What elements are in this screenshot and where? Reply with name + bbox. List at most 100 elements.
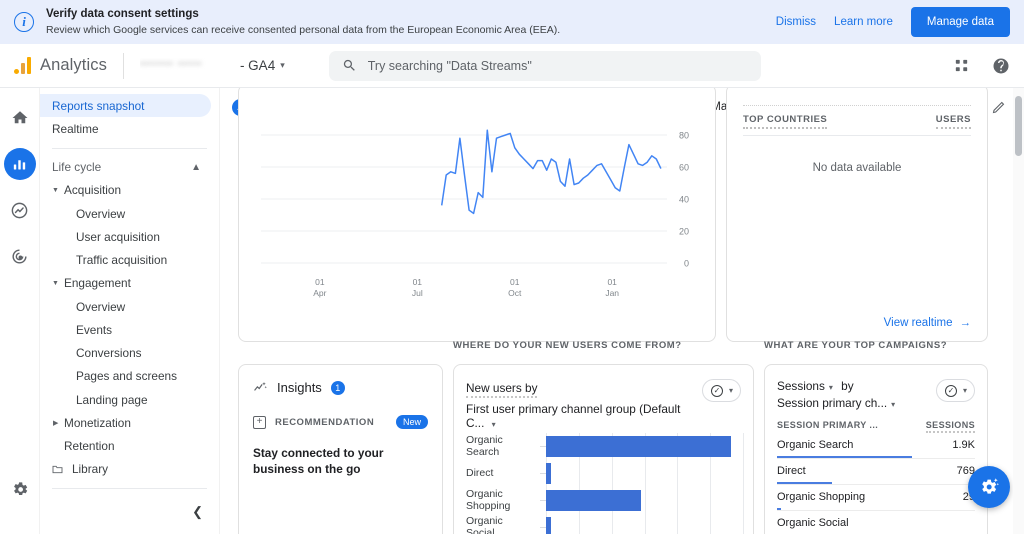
recommendation-label: RECOMMENDATION <box>275 416 375 428</box>
svg-text:01: 01 <box>607 277 617 287</box>
table-row[interactable]: Organic Search 1.9K <box>777 433 975 458</box>
sidebar-section-label: Life cycle <box>52 160 102 175</box>
new-users-header: New users by First user primary channel … <box>466 379 741 430</box>
appbar-divider <box>122 52 124 79</box>
grid-line <box>743 433 744 534</box>
sidebar-item-monetization[interactable]: ▶ Monetization <box>40 411 211 434</box>
rail-item-advertising[interactable] <box>4 240 36 272</box>
sidebar-item-conversions[interactable]: Conversions <box>40 341 211 364</box>
dismiss-link[interactable]: Dismiss <box>776 16 816 28</box>
sidebar-item-acquisition-overview[interactable]: Overview <box>40 202 211 225</box>
bar-row[interactable]: Organic Social <box>466 514 743 534</box>
rail-item-reports[interactable] <box>3 148 36 180</box>
table-row[interactable]: Organic Shopping 29 <box>777 484 975 510</box>
view-realtime-link[interactable]: View realtime → <box>884 317 971 329</box>
sidebar-item-landing-page[interactable]: Landing page <box>40 388 211 411</box>
sidebar-item-user-acquisition[interactable]: User acquisition <box>40 225 211 248</box>
chevron-left-icon[interactable]: ❮ <box>192 504 203 520</box>
rail-item-admin[interactable] <box>10 480 29 504</box>
sidebar-item-label: Monetization <box>64 415 131 430</box>
learn-more-link[interactable]: Learn more <box>834 16 893 28</box>
search-input[interactable]: Try searching "Data Streams" <box>328 50 761 81</box>
campaigns-dimension-column: SESSION PRIMARY ... <box>777 420 879 430</box>
analytics-app: i Verify data consent settings Review wh… <box>0 0 1024 534</box>
sidebar-item-label: Landing page <box>76 392 148 407</box>
side-navigation: Reports snapshot Realtime Life cycle ▲ ▼… <box>40 88 220 534</box>
top-countries-table-header: TOP COUNTRIES USERS <box>743 114 971 136</box>
line-chart: 0 20 40 60 80 01 Apr 01 Jul 01 Oct 01 Jan <box>239 88 715 341</box>
campaign-label: Organic Search <box>777 439 854 451</box>
property-blurred-text: ••••••• ••••• <box>139 57 203 70</box>
campaigns-dimension-selector[interactable]: Session primary ch... ▾ <box>777 396 936 410</box>
property-name-blurred[interactable]: ••••••• ••••• <box>140 58 236 74</box>
campaign-label: Organic Social <box>777 517 849 529</box>
folder-icon <box>52 465 63 476</box>
campaigns-section-title: WHAT ARE YOUR TOP CAMPAIGNS? <box>764 340 948 351</box>
table-row[interactable]: Organic Social <box>777 510 975 534</box>
report-canvas: 0 20 40 60 80 01 Apr 01 Jul 01 Oct 01 Jan TOP COUNTR… <box>220 88 1024 534</box>
property-selector-label[interactable]: - GA4 <box>240 58 275 73</box>
bar-category-label: Organic Shopping <box>466 488 511 512</box>
insights-inner: Insights 1 + RECOMMENDATION New Stay con… <box>239 365 442 492</box>
chevron-down-icon: ▾ <box>828 383 833 392</box>
dimension-selector[interactable]: First user primary channel group (Defaul… <box>466 402 702 430</box>
search-placeholder: Try searching "Data Streams" <box>367 58 532 73</box>
table-row[interactable]: Direct 769 <box>777 458 975 484</box>
sidebar-item-traffic-acquisition[interactable]: Traffic acquisition <box>40 248 211 271</box>
sidebar-section-life-cycle[interactable]: Life cycle ▲ <box>40 155 211 178</box>
metric-selector[interactable]: New users by <box>466 379 702 398</box>
bar-category-label: Organic Social <box>466 515 503 534</box>
main-content: A + Reports snapshot Last 12 months Mar … <box>220 88 1024 534</box>
metric-label: New users by <box>466 381 538 398</box>
sidebar-item-acquisition[interactable]: ▼ Acquisition <box>40 179 211 202</box>
recommendation-body[interactable]: Stay connected to your business on the g… <box>253 445 428 477</box>
sidebar-item-library[interactable]: Library <box>40 458 211 481</box>
svg-text:Oct: Oct <box>508 288 522 298</box>
sidebar-item-engagement[interactable]: ▼ Engagement <box>40 272 211 295</box>
sidebar-item-label: Realtime <box>52 121 99 136</box>
consent-text-block: Verify data consent settings Review whic… <box>46 7 776 38</box>
sidebar-item-label: Overview <box>76 299 126 314</box>
sidebar-item-label: Traffic acquisition <box>76 253 168 268</box>
sidebar-item-label: Engagement <box>64 276 131 291</box>
sidebar-item-realtime[interactable]: Realtime <box>40 117 211 140</box>
new-users-section-title: WHERE DO YOUR NEW USERS COME FROM? <box>453 340 682 351</box>
advertising-target-icon <box>12 248 27 264</box>
rail-item-home[interactable] <box>4 102 36 134</box>
bar-row[interactable]: Organic Search <box>466 433 743 460</box>
sidebar-item-pages-and-screens[interactable]: Pages and screens <box>40 365 211 388</box>
sidebar-item-events[interactable]: Events <box>40 318 211 341</box>
gemini-assistant-fab[interactable] <box>968 466 1010 508</box>
manage-data-button[interactable]: Manage data <box>910 7 1010 37</box>
bar-row[interactable]: Organic Shopping <box>466 487 743 514</box>
collapse-row: ❮ <box>40 496 219 534</box>
svg-text:20: 20 <box>679 227 689 237</box>
rail-item-explore[interactable] <box>4 194 36 226</box>
campaigns-metric-column: SESSIONS <box>925 420 975 433</box>
brand-title: Analytics <box>40 56 107 74</box>
svg-text:60: 60 <box>679 163 689 173</box>
sidebar-item-reports-snapshot[interactable]: Reports snapshot <box>40 94 211 118</box>
edit-pencil-icon[interactable] <box>991 100 1006 115</box>
help-circle-icon[interactable] <box>992 57 1010 75</box>
campaigns-table-header: SESSION PRIMARY ... SESSIONS <box>777 420 975 433</box>
users-column: USERS <box>935 114 971 129</box>
appbar-right-actions <box>953 57 1010 75</box>
campaigns-chart-type-selector[interactable]: ✓ ▾ <box>935 379 975 402</box>
gear-icon <box>13 482 27 496</box>
scrollbar-thumb[interactable] <box>1015 96 1022 156</box>
reports-bar-chart-icon <box>13 159 26 169</box>
bar-row[interactable]: Direct <box>466 460 743 487</box>
chart-type-selector[interactable]: ✓ ▾ <box>701 379 741 402</box>
svg-text:0: 0 <box>684 259 689 269</box>
new-users-card: New users by First user primary channel … <box>453 364 754 534</box>
sidebar-item-engagement-overview[interactable]: Overview <box>40 295 211 318</box>
apps-grid-icon[interactable] <box>953 57 970 74</box>
campaigns-metric-selector[interactable]: Sessions ▾ by <box>777 379 936 393</box>
sidebar-item-retention[interactable]: Retention <box>40 434 211 457</box>
home-icon <box>12 111 27 124</box>
chevron-down-icon[interactable]: ▾ <box>280 60 285 71</box>
sidebar-item-label: User acquisition <box>76 229 160 244</box>
recommendation-row: + RECOMMENDATION New <box>253 415 428 429</box>
new-badge: New <box>395 415 428 429</box>
